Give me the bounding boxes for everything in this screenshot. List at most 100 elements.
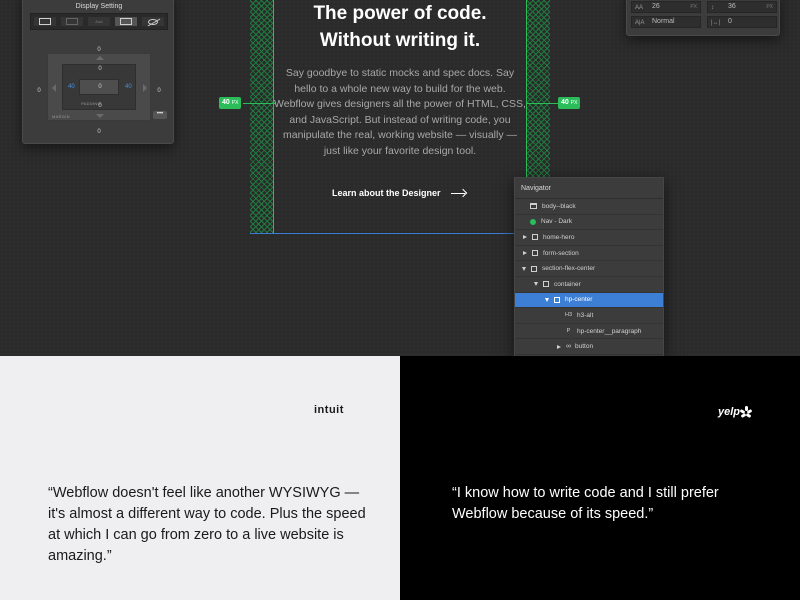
word-spacing-icon: |↔| <box>711 20 721 26</box>
padding-right-value[interactable]: 40 <box>125 84 132 90</box>
heading-icon: H3 <box>565 312 573 319</box>
letter-spacing-field[interactable]: A|A Normal <box>631 16 701 28</box>
flex-icon <box>120 18 132 25</box>
display-setting-label: Display Setting <box>75 3 123 10</box>
nav-item-nav-dark[interactable]: Nav - Dark <box>515 215 663 231</box>
box-icon <box>531 265 537 272</box>
word-spacing-value: 0 <box>728 18 732 25</box>
line-height-field[interactable]: ↕ 36 PX <box>707 1 777 13</box>
navigator-panel: Navigator body--black Nav - Dark home-he… <box>514 177 664 356</box>
display-inline-block-button[interactable] <box>60 16 84 27</box>
margin-bottom-handle-icon[interactable] <box>96 114 104 118</box>
nav-item-label: container <box>554 280 581 288</box>
padding-top-value[interactable]: 0 <box>93 66 107 72</box>
padding-right-badge-value: 40 <box>561 99 569 106</box>
line-height-value: 36 <box>728 3 736 10</box>
padding-left-badge-unit: PX <box>231 100 239 106</box>
nav-item-hp-center-paragraph[interactable]: P hp-center__paragraph <box>515 324 663 340</box>
padding-left-value[interactable]: 40 <box>68 84 75 90</box>
more-options-button[interactable]: ••• <box>153 111 167 119</box>
margin-box: MARGIN 0 40 40 0 PADDING 0 <box>47 53 151 121</box>
font-size-field[interactable]: AA 26 PX <box>631 1 701 13</box>
padding-bottom-value[interactable]: 0 <box>93 103 107 109</box>
content-top-value: 0 <box>98 84 102 90</box>
nav-item-home-hero[interactable]: home-hero <box>515 230 663 246</box>
line-height-unit[interactable]: PX <box>766 2 773 12</box>
typography-panel: AA 26 PX ↕ 36 PX A|A Normal |↔| 0 <box>626 0 780 36</box>
nav-item-label: hp-center__paragraph <box>577 327 642 335</box>
box-icon <box>554 296 560 303</box>
padding-right-guide <box>526 103 558 104</box>
arrow-right-icon <box>450 192 465 194</box>
testimonial-quote-intuit: “Webflow doesn't feel like another WYSIW… <box>48 485 366 564</box>
eye-slash-icon <box>148 18 158 25</box>
learn-designer-link[interactable]: Learn about the Designer <box>332 188 465 198</box>
display-inline-button[interactable]: AaA <box>87 16 111 27</box>
box-icon <box>532 250 538 257</box>
hero-title-line2: Without writing it. <box>319 30 481 51</box>
nav-item-label: home-hero <box>543 233 575 241</box>
display-block-button[interactable] <box>33 16 57 27</box>
padding-left-badge-value: 40 <box>222 99 230 106</box>
display-setting-buttons: AaA <box>30 13 168 30</box>
nav-item-h3-alt[interactable]: H3 h3-alt <box>515 308 663 324</box>
caret-down-icon[interactable] <box>545 297 549 302</box>
margin-left-handle-icon[interactable] <box>52 84 56 92</box>
nav-item-label: section-flex-center <box>542 265 596 273</box>
padding-box: 0 40 40 0 PADDING 0 <box>62 64 136 110</box>
nav-item-button[interactable]: ∞ button <box>515 339 663 355</box>
margin-right-value[interactable]: 0 <box>152 88 166 94</box>
font-size-unit[interactable]: PX <box>690 2 697 12</box>
nav-item-label: h3-alt <box>577 311 594 319</box>
nav-item-container[interactable]: container <box>515 277 663 293</box>
caret-down-icon[interactable] <box>522 266 526 271</box>
yelp-logo-text: yelp <box>718 406 741 418</box>
inline-icon: AaA <box>95 19 103 24</box>
yelp-logo: yelp <box>718 406 753 419</box>
block-icon <box>39 18 51 25</box>
margin-bottom-value[interactable]: 0 <box>92 129 106 135</box>
line-height-icon: ↕ <box>711 5 714 11</box>
display-flex-button[interactable] <box>114 16 138 27</box>
margin-top-handle-icon[interactable] <box>96 56 104 60</box>
caret-right-icon[interactable] <box>557 344 561 349</box>
box-icon <box>532 234 538 241</box>
style-panel: Display Setting AaA 0 0 0 0 MARGIN 0 40 … <box>22 0 174 144</box>
caret-right-icon[interactable] <box>523 251 527 256</box>
yelp-burst-icon <box>739 406 753 419</box>
designer-canvas: Display Setting AaA 0 0 0 0 MARGIN 0 40 … <box>0 0 800 356</box>
hero-paragraph: Say goodbye to static mocks and spec doc… <box>274 67 526 157</box>
letter-spacing-value: Normal <box>652 18 675 25</box>
nav-item-label: form-section <box>543 249 579 257</box>
caret-right-icon[interactable] <box>523 235 527 240</box>
padding-right-badge-unit: PX <box>570 100 578 106</box>
hero-title: The power of code. Without writing it. <box>274 0 526 54</box>
padding-left-overlay[interactable] <box>250 0 274 233</box>
symbol-icon <box>530 218 536 225</box>
padding-left-guide <box>243 103 275 104</box>
box-icon <box>543 281 549 288</box>
font-size-value: 26 <box>652 3 660 10</box>
hero-title-line1: The power of code. <box>313 3 487 24</box>
nav-item-body[interactable]: body--black <box>515 199 663 215</box>
caret-down-icon[interactable] <box>534 282 538 287</box>
navigator-title: Navigator <box>515 178 663 199</box>
nav-item-hp-center[interactable]: hp-center <box>515 292 663 309</box>
nav-item-label: button <box>575 343 594 351</box>
margin-left-value[interactable]: 0 <box>32 88 46 94</box>
letter-spacing-icon: A|A <box>635 20 645 26</box>
nav-item-label: Nav - Dark <box>541 218 573 226</box>
nav-item-form-section[interactable]: form-section <box>515 246 663 262</box>
testimonial-yelp <box>400 356 800 600</box>
nav-item-section-flex-center[interactable]: section-flex-center <box>515 261 663 277</box>
paragraph-icon: P <box>566 328 571 335</box>
padding-left-badge: 40 PX <box>219 97 242 109</box>
display-none-button[interactable] <box>141 16 165 27</box>
word-spacing-field[interactable]: |↔| 0 <box>707 16 777 28</box>
content-box: 0 <box>79 79 119 95</box>
link-icon: ∞ <box>566 343 571 351</box>
testimonial-quote-yelp: “I know how to write code and I still pr… <box>452 485 719 522</box>
body-icon <box>530 203 537 210</box>
margin-right-handle-icon[interactable] <box>143 84 147 92</box>
learn-designer-label: Learn about the Designer <box>332 188 441 198</box>
